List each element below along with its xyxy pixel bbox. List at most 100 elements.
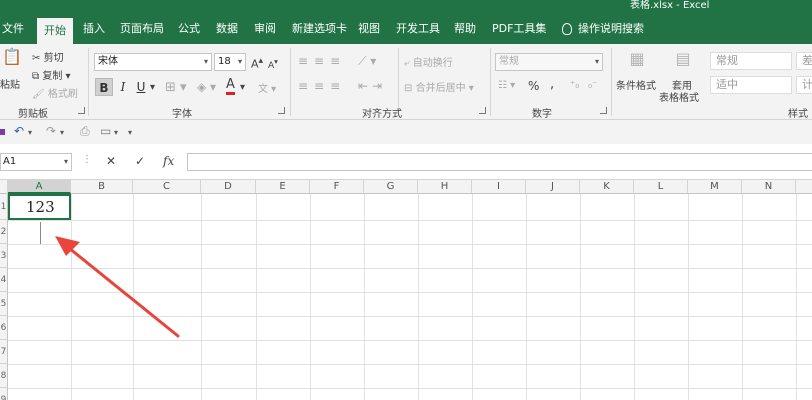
font-color-icon[interactable]: A — [226, 78, 235, 95]
paste-button[interactable]: 粘贴 — [0, 76, 20, 91]
copy-label: 复制 — [42, 71, 63, 82]
decimal-increase-icon[interactable]: ⁺₀ — [570, 80, 579, 91]
insert-function-button[interactable]: fx — [163, 154, 174, 168]
number-format-value: 常规 — [499, 56, 519, 67]
cancel-button[interactable]: ✕ — [106, 154, 116, 168]
worksheet-grid[interactable]: A B C D E F G H I J K L M N 1 2 3 4 5 6 … — [0, 180, 812, 400]
percent-button[interactable]: % — [528, 79, 539, 93]
cell-style-neutral[interactable]: 适中 — [710, 76, 792, 94]
group-label-clipboard: 剪贴板 — [18, 109, 48, 120]
number-launcher-icon[interactable] — [600, 107, 607, 114]
tab-page-layout[interactable]: 页面布局 — [120, 14, 164, 44]
annotation-arrow-icon — [55, 236, 180, 338]
increase-font-button[interactable]: A▴ — [251, 55, 263, 71]
bold-button[interactable]: B — [95, 78, 113, 96]
screen-icon[interactable]: ▭ — [100, 124, 111, 138]
tell-me-search[interactable]: 操作说明搜索 — [562, 14, 644, 44]
merge-center-button[interactable]: ⊟ 合并后居中 ▾ — [404, 79, 474, 94]
save-icon[interactable]: ▪ — [0, 124, 6, 138]
name-box-value: A1 — [3, 156, 17, 167]
ribbon-tabs: 文件 开始 插入 页面布局 公式 数据 审阅 新建选项卡 视图 开发工具 帮助 … — [0, 14, 812, 44]
arrow-shaft — [62, 242, 180, 338]
font-size-select[interactable]: 18 ▾ — [214, 53, 246, 71]
print-preview-icon[interactable]: ⎙ — [80, 124, 90, 139]
font-name-select[interactable]: 宋体 ▾ — [94, 53, 212, 71]
formula-bar: A1 ▾ ⋮ ✕ ✓ fx — [0, 144, 812, 180]
decrease-font-button[interactable]: A▾ — [268, 57, 278, 71]
orientation-icon[interactable]: ⟋ ▾ — [358, 54, 376, 69]
tab-pdf-tools[interactable]: PDF工具集 — [492, 14, 546, 44]
font-size-value: 18 — [218, 56, 231, 67]
decimal-decrease-icon[interactable]: ₀⁻ — [588, 80, 597, 91]
window-title: 表格.xlsx - Excel — [630, 0, 710, 11]
cut-button[interactable]: ✂ 剪切 — [32, 49, 64, 64]
enter-button[interactable]: ✓ — [135, 154, 145, 168]
chevron-down-icon: ▾ — [237, 57, 242, 66]
chevron-down-icon: ▾ — [63, 157, 68, 166]
merge-icon: ⊟ — [404, 83, 413, 94]
border-icon[interactable]: ⊞ ▾ — [165, 80, 187, 95]
format-painter-label: 格式刷 — [47, 89, 78, 100]
tab-review[interactable]: 审阅 — [254, 14, 276, 44]
italic-button[interactable]: I — [114, 78, 132, 96]
undo-dropdown-icon[interactable]: ▾ — [28, 128, 32, 137]
phonetic-glyph: 文 — [258, 84, 268, 95]
name-box[interactable]: A1 ▾ — [0, 153, 72, 171]
group-label-alignment: 对齐方式 — [362, 109, 402, 120]
tab-view[interactable]: 视图 — [358, 14, 380, 44]
copy-button[interactable]: ⧉ 复制 ▾ — [32, 67, 71, 82]
scissors-icon: ✂ — [32, 53, 41, 64]
undo-button[interactable]: ↶ — [14, 124, 24, 138]
tab-formulas[interactable]: 公式 — [178, 14, 200, 44]
tab-data[interactable]: 数据 — [216, 14, 238, 44]
chevron-down-icon: ▾ — [203, 57, 208, 66]
brush-icon: 🖌 — [32, 89, 45, 100]
conditional-format-icon: ▦ — [629, 49, 645, 68]
font-launcher-icon[interactable] — [278, 107, 285, 114]
customize-qat-icon[interactable]: ▾ — [114, 128, 118, 137]
underline-button[interactable]: U — [132, 78, 150, 96]
tab-new-tab[interactable]: 新建选项卡 — [292, 14, 347, 44]
grow-font-glyph: A — [251, 57, 259, 71]
redo-button[interactable]: ↷ — [46, 124, 56, 138]
clipboard-launcher-icon[interactable] — [78, 107, 85, 114]
wrap-icon: ⤶ — [404, 58, 410, 69]
lightbulb-icon — [562, 23, 572, 35]
cut-label: 剪切 — [43, 53, 64, 64]
cell-style-bad[interactable]: 差 — [796, 52, 812, 70]
underline-dropdown-icon[interactable]: ▾ — [150, 82, 155, 93]
formula-input[interactable] — [187, 153, 812, 171]
indent-icons[interactable]: ⇤⇥ — [358, 79, 386, 93]
tab-insert[interactable]: 插入 — [83, 14, 105, 44]
tab-developer[interactable]: 开发工具 — [396, 14, 440, 44]
cell-style-normal[interactable]: 常规 — [710, 52, 792, 70]
cell-style-calc[interactable]: 计 — [796, 76, 812, 94]
chevron-down-icon: ▾ — [594, 57, 599, 66]
tab-home[interactable]: 开始 — [37, 18, 73, 44]
paste-icon[interactable]: 📋 — [0, 48, 24, 72]
comma-button[interactable]: , — [550, 77, 554, 92]
wrap-text-button[interactable]: ⤶ 自动换行 — [404, 54, 453, 69]
horizontal-align-icons[interactable]: ≡≡≡ — [298, 79, 346, 93]
format-painter-button[interactable]: 🖌 格式刷 — [32, 85, 78, 100]
redo-dropdown-icon[interactable]: ▾ — [60, 128, 64, 137]
table-format-label-2[interactable]: 表格格式 — [659, 89, 699, 104]
ribbon-separator — [88, 48, 89, 116]
alignment-launcher-icon[interactable] — [479, 107, 486, 114]
ribbon-separator — [490, 48, 491, 116]
conditional-format-button[interactable]: 条件格式 — [616, 77, 656, 92]
ribbon-home: 📋 粘贴 ✂ 剪切 ⧉ 复制 ▾ 🖌 格式刷 剪贴板 宋体 ▾ 18 ▾ A▴ A▾… — [0, 44, 812, 120]
group-label-styles: 样式 — [788, 109, 808, 120]
font-color-dropdown-icon[interactable]: ▾ — [240, 82, 245, 93]
accounting-icon[interactable]: ☷ ▾ — [498, 80, 515, 91]
phonetic-icon[interactable]: 文 ▾ — [258, 80, 276, 95]
quick-access-toolbar: ▪ ↶ ▾ ↷ ▾ ⎙ ▭ ▾ ▾ — [0, 120, 812, 144]
table-format-icon: ▤ — [675, 49, 691, 68]
vertical-align-icons[interactable]: ≡≡≡ — [298, 54, 346, 68]
tab-file[interactable]: 文件 — [2, 14, 24, 44]
tab-help[interactable]: 帮助 — [454, 14, 476, 44]
more-qat-icon[interactable]: ▾ — [128, 128, 132, 137]
fill-color-icon[interactable]: ◈ ▾ — [197, 80, 216, 94]
tell-me-label: 操作说明搜索 — [578, 22, 644, 35]
number-format-select[interactable]: 常规 ▾ — [495, 53, 603, 71]
